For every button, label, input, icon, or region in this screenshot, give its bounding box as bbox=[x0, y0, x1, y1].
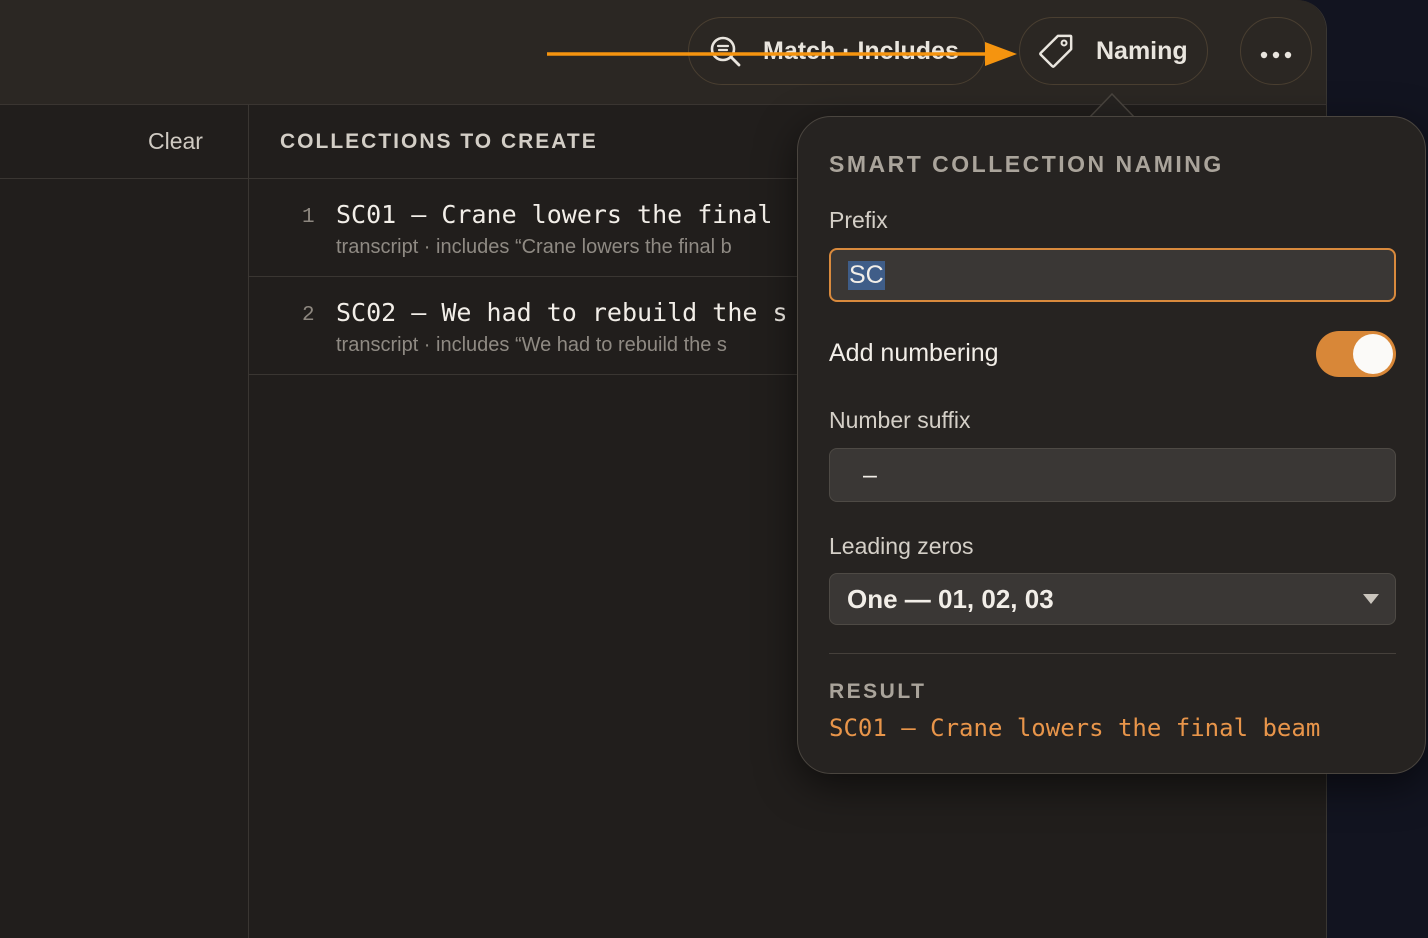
popover-title: SMART COLLECTION NAMING bbox=[829, 151, 1224, 177]
numbering-toggle[interactable] bbox=[1316, 331, 1396, 377]
toggle-knob bbox=[1353, 334, 1393, 374]
result-preview: SC01 – Crane lowers the final beam bbox=[829, 714, 1321, 742]
tag-icon bbox=[1038, 33, 1074, 69]
toolbar: Match · Includes Naming bbox=[0, 0, 1326, 105]
item-subtitle: transcript · includes “We had to rebuild… bbox=[336, 334, 727, 356]
leading-zeros-label: Leading zeros bbox=[829, 533, 974, 559]
prefix-label: Prefix bbox=[829, 207, 888, 233]
chevron-down-icon bbox=[1363, 594, 1379, 604]
item-number: 1 bbox=[302, 206, 315, 229]
item-title: SC01 – Crane lowers the final bbox=[336, 200, 773, 229]
suffix-label: Number suffix bbox=[829, 407, 971, 433]
naming-label: Naming bbox=[1096, 36, 1188, 65]
naming-popover: SMART COLLECTION NAMING Prefix SC Add nu… bbox=[797, 116, 1426, 774]
pane-divider[interactable] bbox=[248, 104, 249, 938]
ellipsis-icon bbox=[1259, 37, 1293, 66]
clear-button[interactable]: Clear bbox=[148, 128, 203, 155]
prefix-input[interactable]: SC bbox=[829, 248, 1396, 302]
leading-zeros-select[interactable]: One — 01, 02, 03 bbox=[829, 573, 1396, 625]
popover-divider bbox=[829, 653, 1396, 654]
match-filter-button[interactable]: Match · Includes bbox=[688, 17, 986, 85]
more-button[interactable] bbox=[1240, 17, 1312, 85]
match-filter-label: Match · Includes bbox=[763, 36, 959, 65]
item-subtitle: transcript · includes “Crane lowers the … bbox=[336, 236, 732, 258]
numbering-label: Add numbering bbox=[829, 339, 999, 367]
suffix-input[interactable]: – bbox=[829, 448, 1396, 502]
suffix-value: – bbox=[863, 460, 877, 489]
item-number: 2 bbox=[302, 304, 315, 327]
search-filter-icon bbox=[707, 33, 743, 69]
naming-button[interactable]: Naming bbox=[1019, 17, 1208, 85]
prefix-value: SC bbox=[848, 260, 885, 290]
leading-zeros-value: One — 01, 02, 03 bbox=[847, 583, 1054, 614]
item-title: SC02 – We had to rebuild the s bbox=[336, 298, 788, 327]
collections-heading: COLLECTIONS TO CREATE bbox=[280, 130, 598, 153]
result-label: RESULT bbox=[829, 680, 927, 703]
